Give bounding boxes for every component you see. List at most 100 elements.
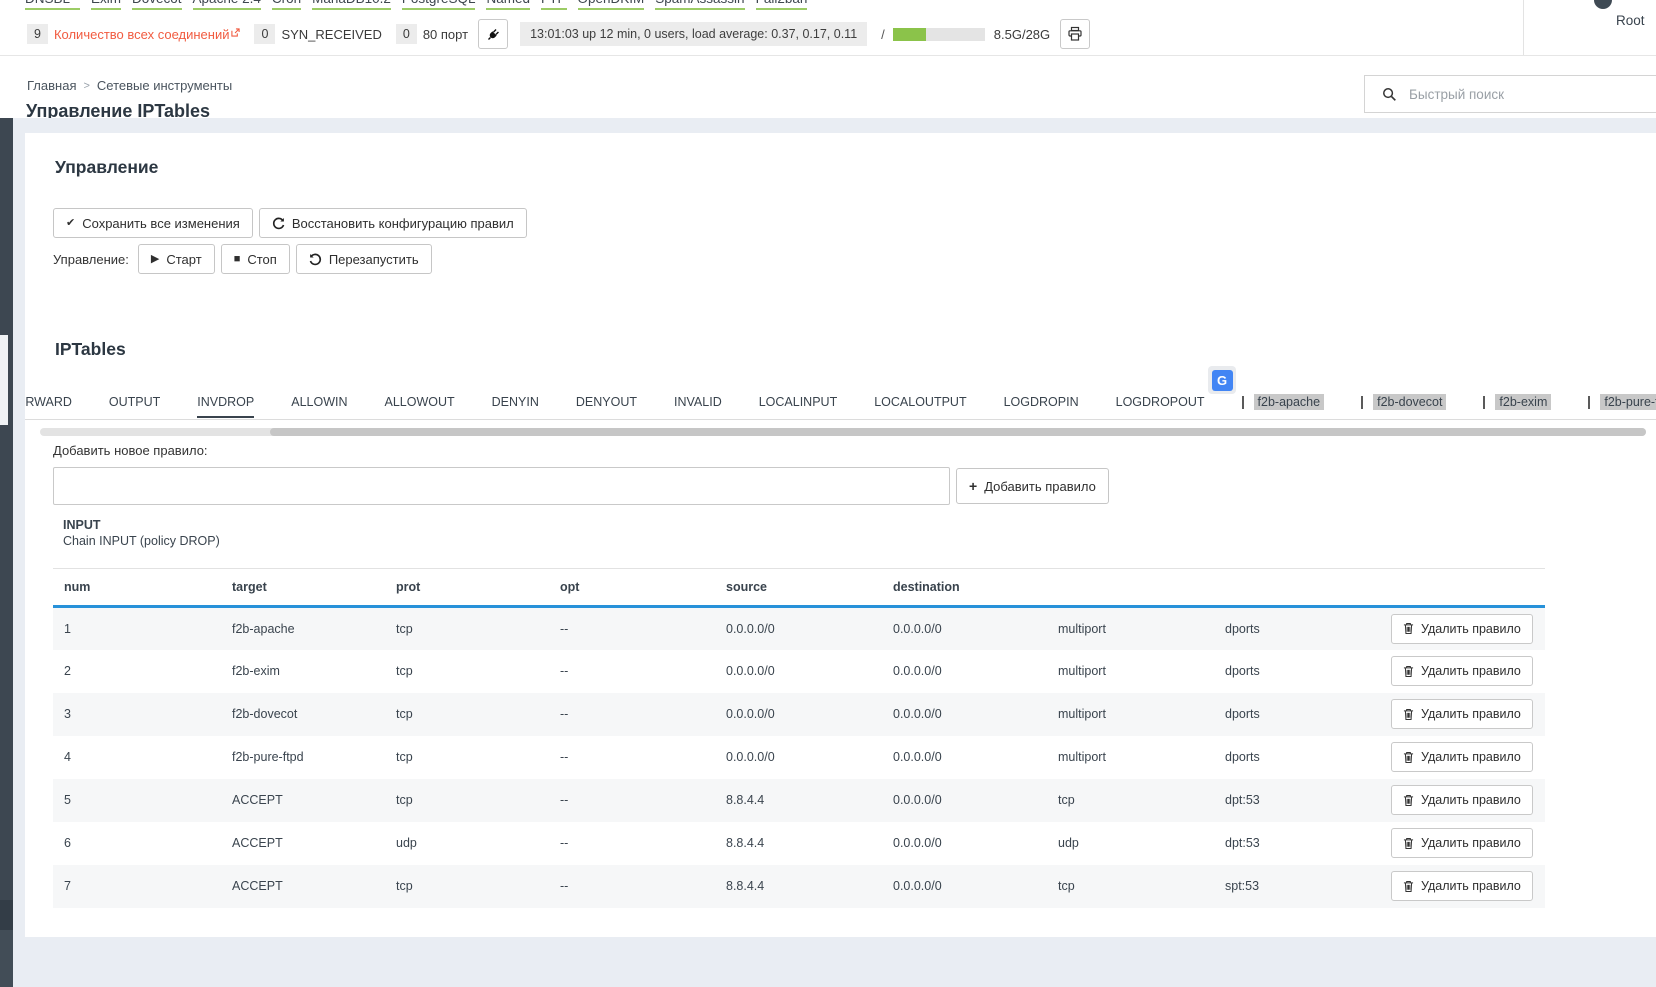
memory-usage-text: 8.5G/28G [994, 27, 1050, 42]
service-link[interactable]: OpenDKIM [578, 0, 645, 10]
printer-icon [1067, 26, 1083, 42]
add-rule-label: Добавить новое правило: [53, 443, 208, 458]
delete-rule-button[interactable]: Удалить правило [1391, 742, 1533, 772]
services-nav: DNSBL Exim Dovecot Apache 2.4 Cron Maria… [25, 0, 807, 10]
service-link[interactable]: Named [486, 0, 530, 10]
user-avatar[interactable] [1594, 0, 1612, 9]
iptables-chain-tab[interactable]: DENYIN [492, 395, 539, 418]
quick-search [1364, 75, 1656, 113]
service-link[interactable]: SpamAssassin [655, 0, 744, 10]
start-button[interactable]: ▶ Старт [138, 244, 215, 274]
service-label: SpamAssassin [655, 0, 744, 6]
management-heading: Управление [55, 157, 158, 178]
iptables-chain-tab[interactable]: ALLOWOUT [385, 395, 455, 418]
rule-source: 8.8.4.4 [715, 865, 882, 908]
iptables-chain-tab[interactable]: LOGDROPIN [1004, 395, 1079, 418]
service-link[interactable]: Apache 2.4 [193, 0, 261, 10]
iptables-chain-tab[interactable]: LOCALOUTPUT [874, 395, 966, 418]
rule-num: 7 [53, 865, 221, 908]
iptables-chain-tab[interactable]: f2b-pure-ftpd [1600, 395, 1656, 418]
rule-num: 5 [53, 779, 221, 822]
iptables-chain-tab[interactable]: LOCALINPUT [759, 395, 838, 418]
service-link[interactable]: MariaDB10.2 [312, 0, 391, 10]
rule-opt: -- [549, 822, 715, 865]
search-input[interactable] [1407, 86, 1631, 103]
trash-icon [1403, 794, 1414, 807]
delete-rule-button[interactable]: Удалить правило [1391, 656, 1533, 686]
print-button[interactable] [1060, 19, 1090, 49]
add-rule-input[interactable] [53, 467, 950, 505]
rule-prot: tcp [385, 607, 549, 650]
service-link[interactable]: FTP [541, 0, 567, 10]
rule-num: 4 [53, 736, 221, 779]
sidebar-edge [0, 930, 13, 987]
rule-target: ACCEPT [221, 822, 385, 865]
plug-button[interactable] [478, 19, 508, 49]
stop-button[interactable]: ■ Стоп [221, 244, 290, 274]
delete-rule-button[interactable]: Удалить правило [1391, 785, 1533, 815]
translate-icon[interactable]: G [1208, 366, 1236, 394]
iptables-chain-tab[interactable]: DENYOUT [576, 395, 637, 418]
col-destination: destination [882, 569, 1047, 607]
rule-target: f2b-apache [221, 607, 385, 650]
rule-prot: tcp [385, 736, 549, 779]
breadcrumb-section[interactable]: Сетевые инструменты [97, 78, 232, 93]
col-source: source [715, 569, 882, 607]
iptables-chain-tab[interactable]: ALLOWIN [291, 395, 347, 418]
table-header-row: num target prot opt source destination [53, 569, 1545, 607]
user-name[interactable]: Root [1616, 13, 1645, 28]
tab-separator [1483, 396, 1485, 409]
sidebar-edge [0, 425, 13, 900]
status-bar: 9 Количество всех соединений 0 SYN_RECEI… [27, 19, 1090, 49]
service-link[interactable]: DNSBL [25, 0, 80, 10]
tab-label: LOGDROPIN [1004, 395, 1079, 409]
iptables-chain-tab[interactable]: INVALID [674, 395, 722, 418]
iptables-chain-tab[interactable]: INVDROP [197, 395, 254, 418]
service-link[interactable]: Fail2ban [756, 0, 808, 10]
rule-row: 4 f2b-pure-ftpd tcp -- 0.0.0.0/0 0.0.0.0… [53, 736, 1545, 779]
breadcrumb-home[interactable]: Главная [27, 78, 76, 93]
service-link[interactable]: Cron [272, 0, 301, 10]
add-rule-button[interactable]: + Добавить правило [956, 468, 1109, 504]
save-all-button[interactable]: ✔ Сохранить все изменения [53, 208, 253, 238]
delete-rule-button[interactable]: Удалить правило [1391, 614, 1533, 644]
search-icon [1382, 87, 1397, 102]
service-link[interactable]: PostgreSQL [402, 0, 476, 10]
service-link[interactable]: Dovecot [132, 0, 182, 10]
service-label: OpenDKIM [578, 0, 645, 6]
chain-info: Chain INPUT (policy DROP) [63, 534, 220, 548]
rule-actions: Удалить правило [1380, 865, 1545, 908]
service-label: Fail2ban [756, 0, 808, 6]
rule-source: 8.8.4.4 [715, 822, 882, 865]
delete-rule-button[interactable]: Удалить правило [1391, 871, 1533, 901]
rule-match: multiport [1047, 736, 1214, 779]
col-opt: opt [549, 569, 715, 607]
top-header: DNSBL Exim Dovecot Apache 2.4 Cron Maria… [0, 0, 1656, 56]
rule-match: multiport [1047, 693, 1214, 736]
rule-actions: Удалить правило [1380, 736, 1545, 779]
service-label: Apache 2.4 [193, 0, 261, 6]
trash-icon [1403, 622, 1414, 635]
tabs-scrollbar-thumb[interactable] [270, 428, 1646, 436]
restart-button[interactable]: Перезапустить [296, 244, 432, 274]
service-link[interactable]: Exim [91, 0, 121, 10]
rule-actions: Удалить правило [1380, 822, 1545, 865]
iptables-chain-tab[interactable]: OUTPUT [109, 395, 160, 418]
connections-link[interactable]: Количество всех соединений [54, 27, 241, 42]
delete-rule-label: Удалить правило [1421, 836, 1521, 850]
port-count-badge: 0 [396, 24, 417, 44]
restore-config-button[interactable]: Восстановить конфигурацию правил [259, 208, 527, 238]
rule-num: 1 [53, 607, 221, 650]
iptables-chain-tab[interactable]: LOGDROPOUT [1116, 395, 1205, 418]
iptables-chain-tab[interactable]: f2b-exim [1495, 395, 1551, 418]
trash-icon [1403, 751, 1414, 764]
rule-opt: -- [549, 693, 715, 736]
delete-rule-button[interactable]: Удалить правило [1391, 699, 1533, 729]
breadcrumb: Главная > Сетевые инструменты [27, 78, 232, 93]
delete-rule-button[interactable]: Удалить правило [1391, 828, 1533, 858]
sidebar-edge [0, 900, 13, 930]
iptables-chain-tab[interactable]: f2b-apache [1254, 395, 1325, 418]
col-target: target [221, 569, 385, 607]
iptables-chain-tab[interactable]: FORWARD [25, 395, 72, 418]
iptables-chain-tab[interactable]: f2b-dovecot [1373, 395, 1446, 418]
